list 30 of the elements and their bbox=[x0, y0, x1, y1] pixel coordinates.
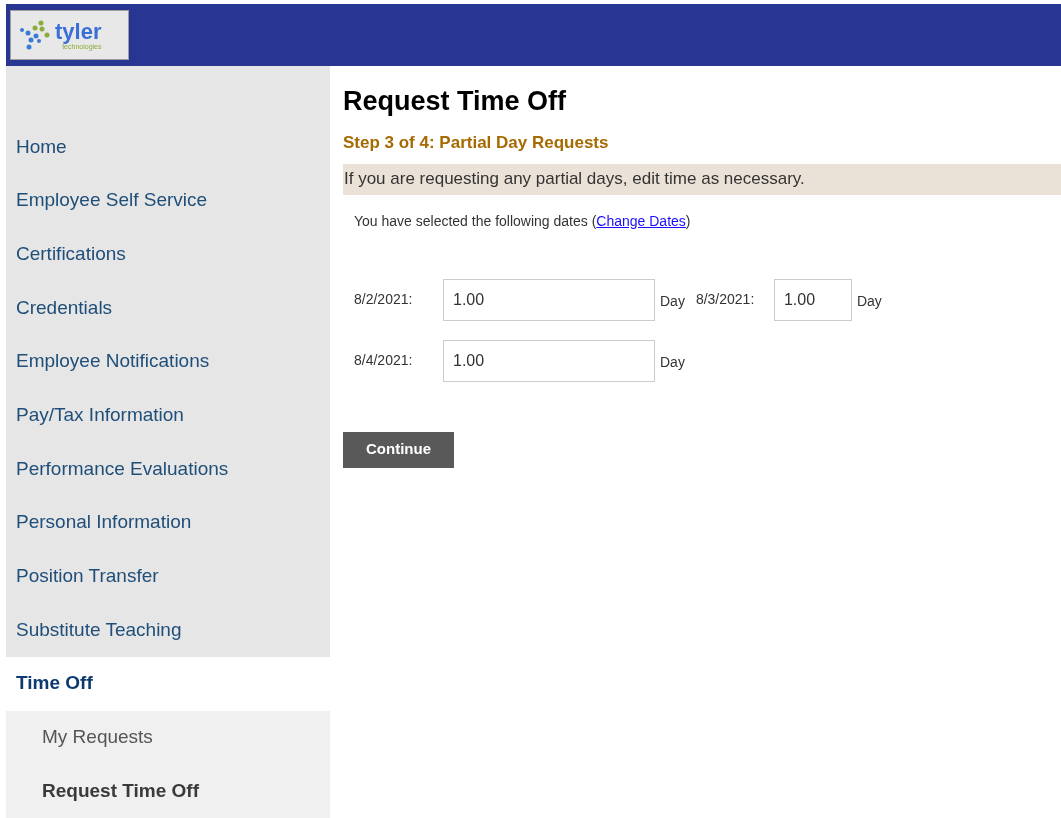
nav-item[interactable]: Substitute Teaching bbox=[6, 603, 330, 657]
days-field[interactable]: 1.00 bbox=[773, 278, 852, 321]
days-field[interactable]: 1.00 bbox=[443, 339, 655, 382]
nav-item[interactable]: Certifications bbox=[6, 227, 330, 282]
change-dates-link[interactable]: Change Dates bbox=[596, 212, 686, 229]
selected-dates-text: You have selected the following dates (Change Dates) bbox=[354, 211, 692, 231]
step-heading: Step 3 of 4: Partial Day Requests bbox=[343, 132, 610, 154]
logo-text: tyler bbox=[55, 20, 102, 43]
unit-label: Day bbox=[660, 291, 685, 311]
nav-item[interactable]: Personal Information bbox=[6, 495, 330, 550]
nav-item[interactable]: Employee Self Service bbox=[6, 173, 330, 228]
nav-item[interactable]: Position Transfer bbox=[6, 549, 330, 604]
date-label: 8/2/2021: bbox=[354, 290, 414, 309]
subnav-item[interactable]: My Requests bbox=[6, 710, 330, 765]
nav-item[interactable]: Time Off bbox=[6, 656, 330, 711]
nav-item[interactable]: Credentials bbox=[6, 281, 330, 335]
instruction-banner: If you are requesting any partial days, edit time as necessary. bbox=[343, 163, 1061, 195]
date-label: 8/4/2021: bbox=[354, 351, 414, 370]
dots-icon bbox=[19, 18, 51, 52]
nav-item[interactable]: Employee Notifications bbox=[6, 334, 330, 389]
nav-item[interactable]: Home bbox=[6, 120, 330, 174]
date-label: 8/3/2021: bbox=[695, 290, 756, 309]
continue-button[interactable]: Continue bbox=[343, 431, 454, 468]
nav-item[interactable]: Pay/Tax Information bbox=[6, 388, 330, 443]
subnav-item[interactable]: Request Time Off bbox=[6, 764, 330, 818]
nav-item[interactable]: Performance Evaluations bbox=[6, 442, 330, 496]
unit-label: Day bbox=[660, 352, 685, 372]
page-title: Request Time Off bbox=[343, 85, 568, 118]
days-field[interactable]: 1.00 bbox=[443, 278, 655, 321]
unit-label: Day bbox=[856, 291, 882, 311]
